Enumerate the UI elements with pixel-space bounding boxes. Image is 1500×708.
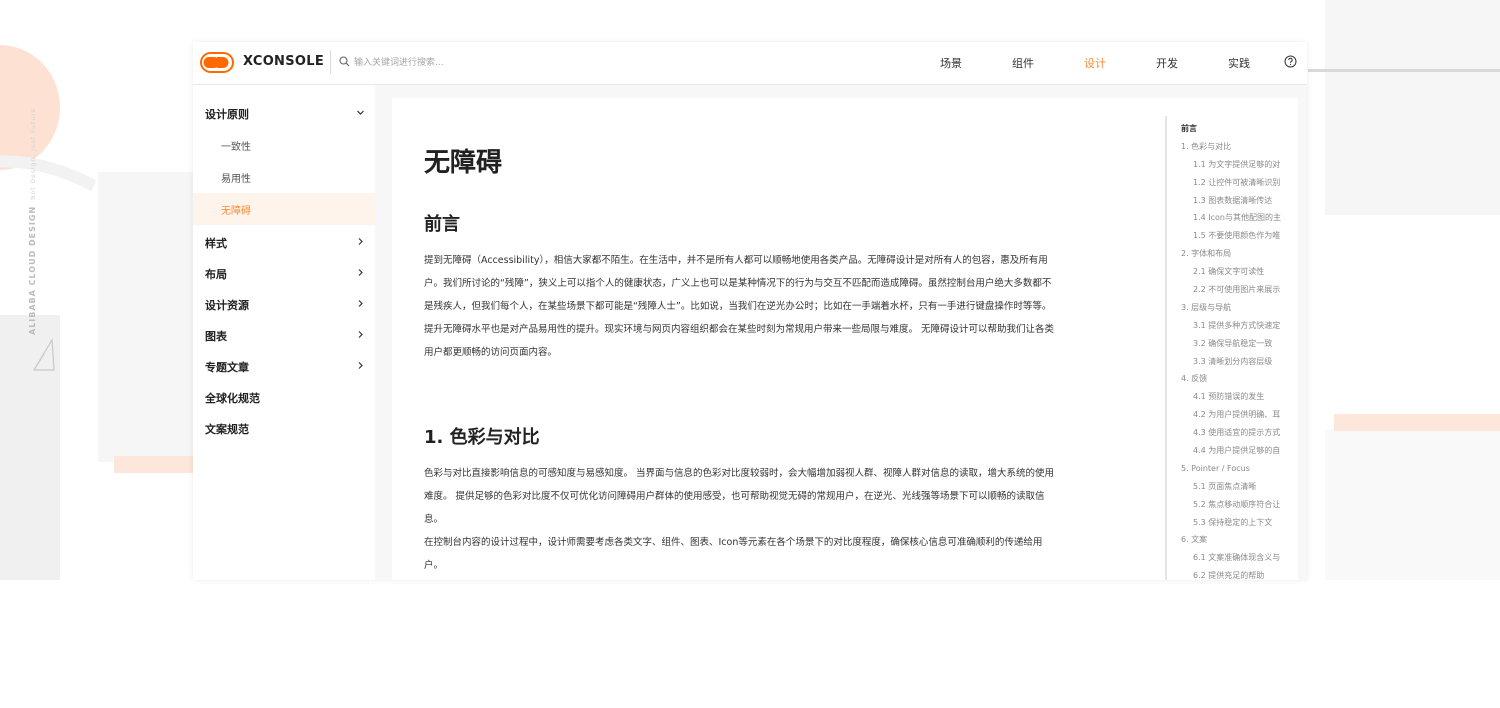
- search-input[interactable]: [354, 55, 654, 71]
- sidebar-group-label: 样式: [205, 237, 227, 250]
- backdrop-orange-strip: [1334, 414, 1500, 431]
- nav-item-scenes[interactable]: 场景: [940, 55, 962, 71]
- paragraph-line: 色彩与对比直接影响信息的可感知度与易感知度。 当界面与信息的色彩对比度较弱时，会…: [424, 468, 1055, 479]
- paragraph-line: 难度。 提供足够的色彩对比度不仅可优化访问障碍用户群体的使用感受，也可帮助视觉无…: [424, 491, 1045, 502]
- logo-text[interactable]: XCONSOLE: [243, 54, 324, 69]
- toc-item[interactable]: 1.2 让控件可被清晰识别: [1181, 174, 1298, 192]
- backdrop-orange-strip: [114, 456, 194, 473]
- toc-item[interactable]: 3.1 提供多种方式快速定: [1181, 317, 1298, 335]
- sidebar-group-styles[interactable]: 样式: [193, 228, 375, 258]
- section-heading-color-contrast: 1. 色彩与对比: [424, 427, 540, 448]
- sidebar-group-design-principles[interactable]: 设计原则: [193, 99, 375, 129]
- toc-item[interactable]: 6.2 提供充足的帮助: [1181, 567, 1298, 580]
- sidebar-group-label: 全球化规范: [205, 392, 260, 405]
- toc-item[interactable]: 1.4 Icon与其他配图的主: [1181, 209, 1298, 227]
- toc-item[interactable]: 5.1 页面焦点清晰: [1181, 478, 1298, 496]
- top-navbar: XCONSOLE 场景 组件 设计 开发 实践: [193, 42, 1307, 85]
- toc-item[interactable]: 1. 色彩与对比: [1181, 138, 1298, 156]
- toc-item[interactable]: 2.2 不可使用图片来展示: [1181, 281, 1298, 299]
- toc-item[interactable]: 5. Pointer / Focus: [1181, 460, 1298, 478]
- header-divider: [330, 50, 331, 74]
- toc-item[interactable]: 前言: [1181, 120, 1298, 138]
- toc-item[interactable]: 6. 文案: [1181, 531, 1298, 549]
- toc-item[interactable]: 4.4 为用户提供足够的自: [1181, 442, 1298, 460]
- chevron-down-icon: [357, 110, 364, 115]
- sidebar-item-label: 易用性: [221, 174, 251, 185]
- sidebar-group-charts[interactable]: 图表: [193, 321, 375, 351]
- nav-item-develop[interactable]: 开发: [1156, 55, 1178, 71]
- app-window: XCONSOLE 场景 组件 设计 开发 实践 设计原则 一致性 易用性 无障碍: [193, 42, 1307, 580]
- preface-paragraph: 提到无障碍（Accessibility），相信大家都不陌生。在生活中，并不是所有…: [424, 249, 1150, 364]
- toc-item[interactable]: 1.5 不要使用颜色作为唯: [1181, 227, 1298, 245]
- toc-item[interactable]: 4.1 预防错误的发生: [1181, 388, 1298, 406]
- sidebar-group-topic-articles[interactable]: 专题文章: [193, 352, 375, 382]
- question-circle-icon[interactable]: [1284, 55, 1297, 68]
- sidebar-group-copywriting[interactable]: 文案规范: [193, 414, 375, 444]
- paragraph-line: 在控制台内容的设计过程中，设计师需要考虑各类文字、组件、图表、Icon等元素在各…: [424, 537, 1043, 548]
- backdrop-block: [98, 172, 208, 462]
- paragraph-line: 息。: [424, 514, 444, 525]
- section-heading-preface: 前言: [424, 214, 460, 235]
- paragraph-line: 是残疾人，但我们每个人，在某些场景下都可能是“残障人士”。比如说，当我们在逆光办…: [424, 301, 1052, 312]
- sidebar-group-label: 专题文章: [205, 361, 249, 374]
- search-icon: [339, 56, 350, 67]
- toc-item[interactable]: 6.1 文案准确体现含义与: [1181, 549, 1298, 567]
- toc-item[interactable]: 5.2 焦点移动顺序符合让: [1181, 496, 1298, 514]
- sidebar-item-usability[interactable]: 易用性: [193, 161, 375, 193]
- toc-item[interactable]: 2. 字体和布局: [1181, 245, 1298, 263]
- backdrop-right-panel: [1325, 430, 1500, 580]
- paragraph-line: 户。: [424, 560, 444, 571]
- sidebar-group-label: 设计资源: [205, 299, 249, 312]
- toc-item[interactable]: 4.2 为用户提供明确、耳: [1181, 406, 1298, 424]
- vertical-brand-text: ALIBABA CLOUD DESIGNNot Design, Just Fut…: [28, 107, 37, 335]
- chevron-right-icon: [358, 362, 363, 369]
- paragraph-line: 户。我们所讨论的“残障”，狭义上可以指个人的健康状态，广义上也可以是某种情况下的…: [424, 278, 1052, 289]
- toc-item[interactable]: 2.1 确保文字可读性: [1181, 263, 1298, 281]
- toc-item[interactable]: 1.3 图表数据清晰传达: [1181, 192, 1298, 210]
- sidebar-group-design-resources[interactable]: 设计资源: [193, 290, 375, 320]
- paragraph-line: 提升无障碍水平也是对产品易用性的提升。现实环境与网页内容组织都会在某些时刻为常规…: [424, 324, 1055, 335]
- toc-item[interactable]: 5.3 保持稳定的上下文: [1181, 514, 1298, 532]
- toc-rail: [1165, 116, 1167, 580]
- article-panel: 无障碍 前言 提到无障碍（Accessibility），相信大家都不陌生。在生活…: [392, 98, 1298, 580]
- toc-item[interactable]: 3.3 清晰划分内容层级: [1181, 353, 1298, 371]
- toc-item[interactable]: 1.1 为文字提供足够的对: [1181, 156, 1298, 174]
- paragraph-line: 提到无障碍（Accessibility），相信大家都不陌生。在生活中，并不是所有…: [424, 255, 1048, 266]
- sidebar-item-consistency[interactable]: 一致性: [193, 129, 375, 161]
- toc-item[interactable]: 4. 反馈: [1181, 370, 1298, 388]
- backdrop-right-panel: [1325, 0, 1500, 215]
- sidebar-item-label: 一致性: [221, 142, 251, 153]
- sidebar-group-layout[interactable]: 布局: [193, 259, 375, 289]
- table-of-contents: 前言 1. 色彩与对比 1.1 为文字提供足够的对 1.2 让控件可被清晰识别 1.3 …: [1181, 120, 1298, 580]
- sidebar-group-globalization[interactable]: 全球化规范: [193, 383, 375, 413]
- color-contrast-paragraph: 色彩与对比直接影响信息的可感知度与易感知度。 当界面与信息的色彩对比度较弱时，会…: [424, 462, 1150, 577]
- paragraph-line: 用户都更顺畅的访问页面内容。: [424, 347, 558, 358]
- brand-triangle-logo: [32, 338, 55, 371]
- sidebar-group-label: 设计原则: [205, 108, 249, 121]
- chevron-right-icon: [358, 300, 363, 307]
- toc-item[interactable]: 3.2 确保导航稳定一致: [1181, 335, 1298, 353]
- sidebar-group-label: 图表: [205, 330, 227, 343]
- toc-item[interactable]: 3. 层级与导航: [1181, 299, 1298, 317]
- sidebar-item-label: 无障碍: [221, 206, 251, 217]
- chevron-right-icon: [358, 238, 363, 245]
- chevron-right-icon: [358, 269, 363, 276]
- xconsole-logo-icon[interactable]: [200, 52, 234, 73]
- nav-item-practice[interactable]: 实践: [1228, 55, 1250, 71]
- toc-item[interactable]: 4.3 使用适宜的提示方式: [1181, 424, 1298, 442]
- sidebar-group-label: 文案规范: [205, 423, 249, 436]
- nav-item-components[interactable]: 组件: [1012, 55, 1034, 71]
- sidebar-group-label: 布局: [205, 268, 227, 281]
- sidebar-nav: 设计原则 一致性 易用性 无障碍 样式 布局 设计资源 图表 专题文章 全球化规…: [193, 85, 375, 580]
- page-title: 无障碍: [424, 148, 503, 178]
- nav-item-design[interactable]: 设计: [1084, 55, 1106, 71]
- chevron-right-icon: [358, 331, 363, 338]
- backdrop-grey-line: [1308, 69, 1500, 72]
- sidebar-item-accessibility[interactable]: 无障碍: [193, 193, 375, 225]
